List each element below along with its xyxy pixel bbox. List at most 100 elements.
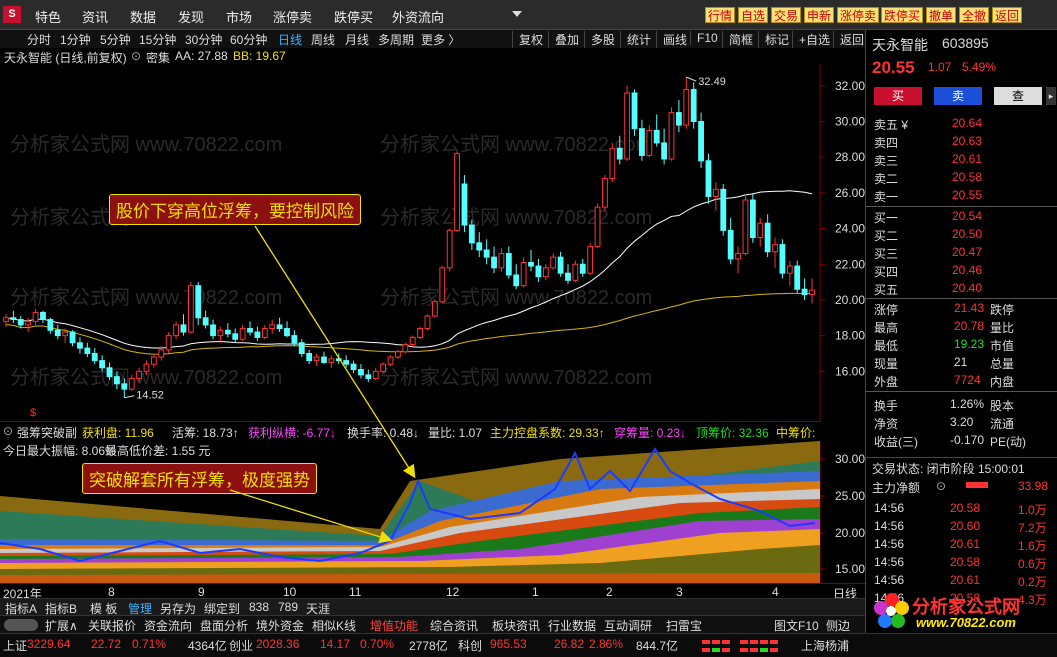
tool-multi-stock[interactable]: 多股 bbox=[584, 31, 615, 48]
menu-foreign-flow[interactable]: 外资流向 bbox=[392, 7, 444, 26]
menu-data[interactable]: 数据 bbox=[130, 7, 156, 26]
candle-body bbox=[572, 263, 579, 281]
tool-draw[interactable]: 画线 bbox=[656, 31, 687, 48]
toggle-switch[interactable] bbox=[4, 619, 38, 631]
market-field: 3229.64 bbox=[27, 637, 71, 651]
candle bbox=[528, 249, 534, 272]
market-field[interactable]: 创业 bbox=[229, 637, 253, 654]
stock-name: 天永智能 bbox=[872, 37, 928, 53]
tool-overlay[interactable]: 叠加 bbox=[548, 31, 579, 48]
candle bbox=[587, 242, 594, 275]
tab-789[interactable]: 789 bbox=[278, 600, 298, 614]
chevron-down-icon[interactable] bbox=[512, 11, 522, 17]
candle bbox=[542, 264, 549, 281]
bid-price: 20.46 bbox=[952, 263, 983, 277]
period-more[interactable]: 更多 〉 bbox=[421, 31, 460, 48]
func-expand[interactable]: 扩展∧ bbox=[45, 617, 78, 634]
period-5min[interactable]: 5分钟 bbox=[100, 31, 131, 48]
func-mine-sweeper[interactable]: 扫雷宝 bbox=[666, 617, 702, 634]
settings-icon[interactable]: ⊙ bbox=[131, 49, 141, 63]
sell-button[interactable]: 卖 bbox=[934, 87, 982, 105]
menu-news[interactable]: 资讯 bbox=[82, 7, 108, 26]
func-similar-kline[interactable]: 相似K线 bbox=[312, 617, 356, 634]
func-interactive-research[interactable]: 互动调研 bbox=[604, 617, 652, 634]
indicator-item: 主力控盘系数: 29.33↑ bbox=[490, 426, 605, 440]
tool-simple-frame[interactable]: 简框 bbox=[722, 31, 753, 48]
candle-body bbox=[306, 352, 313, 362]
candle bbox=[579, 258, 586, 277]
ask-price: 20.58 bbox=[952, 170, 983, 184]
period-60min[interactable]: 60分钟 bbox=[230, 31, 267, 48]
indicator-name[interactable]: 强筹突破副 bbox=[17, 424, 77, 441]
func-sidebar[interactable]: 侧边 bbox=[826, 617, 850, 634]
candle-body bbox=[47, 319, 54, 331]
period-weekly[interactable]: 周线 bbox=[311, 31, 335, 48]
candle bbox=[409, 335, 416, 347]
func-board-analysis[interactable]: 盘面分析 bbox=[200, 617, 248, 634]
buy-button[interactable]: 买 bbox=[874, 87, 922, 105]
period-timeshare[interactable]: 分时 bbox=[27, 31, 51, 48]
candlestick-chart[interactable]: 分析家公式网 www.70822.com 分析家公式网 www.70822.com… bbox=[0, 64, 865, 421]
menu-limit-up-sell[interactable]: 涨停卖 bbox=[273, 7, 312, 26]
trade-button[interactable]: 交易 bbox=[771, 7, 802, 23]
func-foreign-capital[interactable]: 境外资金 bbox=[256, 617, 304, 634]
query-button[interactable]: 查 bbox=[994, 87, 1042, 105]
market-field[interactable]: 科创 bbox=[458, 637, 482, 654]
ipo-button[interactable]: 申新 bbox=[804, 7, 835, 23]
tick-row: 14:56 20.61 1.6万 bbox=[866, 535, 1057, 553]
func-news[interactable]: 综合资讯 bbox=[430, 617, 478, 634]
func-value-added[interactable]: 增值功能 bbox=[370, 617, 418, 634]
period-monthly[interactable]: 月线 bbox=[345, 31, 369, 48]
indicator-item: 获利盘: 11.96 bbox=[82, 426, 154, 440]
back-button[interactable]: 返回 bbox=[992, 7, 1023, 23]
stat-label: 换手 bbox=[874, 399, 899, 413]
tool-mark[interactable]: 标记 bbox=[758, 31, 789, 48]
period-multi[interactable]: 多周期 bbox=[378, 31, 414, 48]
ask-label: 卖三 bbox=[874, 154, 899, 168]
tool-add-watch[interactable]: +自选 bbox=[792, 31, 830, 48]
scroll-icon[interactable]: ▸ bbox=[1046, 87, 1056, 105]
cancel-order-button[interactable]: 撤单 bbox=[926, 7, 957, 23]
period-30min[interactable]: 30分钟 bbox=[185, 31, 222, 48]
candle bbox=[446, 228, 453, 272]
period-daily[interactable]: 日线 bbox=[278, 31, 302, 48]
candle bbox=[217, 326, 224, 343]
limit-down-buy-button[interactable]: 跌停买 bbox=[881, 7, 924, 23]
limit-up-sell-button[interactable]: 涨停卖 bbox=[837, 7, 880, 23]
candle bbox=[25, 317, 32, 333]
func-sector-news[interactable]: 板块资讯 bbox=[492, 617, 540, 634]
app-logo[interactable]: S bbox=[3, 6, 21, 23]
menu-featured[interactable]: 特色 bbox=[35, 7, 61, 26]
cancel-all-button[interactable]: 全撤 bbox=[959, 7, 990, 23]
settings-icon[interactable]: ⊙ bbox=[936, 479, 946, 493]
candle bbox=[779, 239, 786, 279]
menu-market[interactable]: 市场 bbox=[226, 7, 252, 26]
func-industry-data[interactable]: 行业数据 bbox=[548, 617, 596, 634]
watermark-text: 分析家公式网 www.70822.com bbox=[380, 366, 652, 389]
tab-838[interactable]: 838 bbox=[249, 600, 269, 614]
market-field[interactable]: 上证 bbox=[3, 637, 27, 654]
menu-limit-down-buy[interactable]: 跌停买 bbox=[334, 7, 373, 26]
candle-body bbox=[476, 242, 483, 251]
tool-f10[interactable]: F10 bbox=[690, 31, 718, 45]
stat-label: 现量 bbox=[874, 357, 899, 371]
tool-back[interactable]: 返回 bbox=[833, 31, 864, 48]
date-label: 8 bbox=[108, 585, 115, 599]
candle bbox=[772, 237, 778, 268]
tool-adjust[interactable]: 复权 bbox=[512, 31, 543, 48]
tool-statistics[interactable]: 统计 bbox=[620, 31, 651, 48]
close-icon[interactable]: ⊙ bbox=[3, 424, 13, 438]
watchlist-button[interactable]: 自选 bbox=[738, 7, 769, 23]
func-related-quote[interactable]: 关联报价 bbox=[88, 617, 136, 634]
candle-body bbox=[32, 311, 39, 322]
stat-label: 跌停 bbox=[990, 303, 1015, 317]
tick-row: 14:56 20.58 0.6万 bbox=[866, 553, 1057, 571]
func-f10-graphic[interactable]: 图文F10 bbox=[774, 617, 819, 634]
candle bbox=[343, 355, 350, 368]
menu-discover[interactable]: 发现 bbox=[178, 7, 204, 26]
quote-button[interactable]: 行情 bbox=[705, 7, 736, 23]
func-capital-flow[interactable]: 资金流向 bbox=[144, 617, 192, 634]
period-1min[interactable]: 1分钟 bbox=[60, 31, 91, 48]
period-15min[interactable]: 15分钟 bbox=[139, 31, 176, 48]
candle-body bbox=[542, 267, 549, 278]
